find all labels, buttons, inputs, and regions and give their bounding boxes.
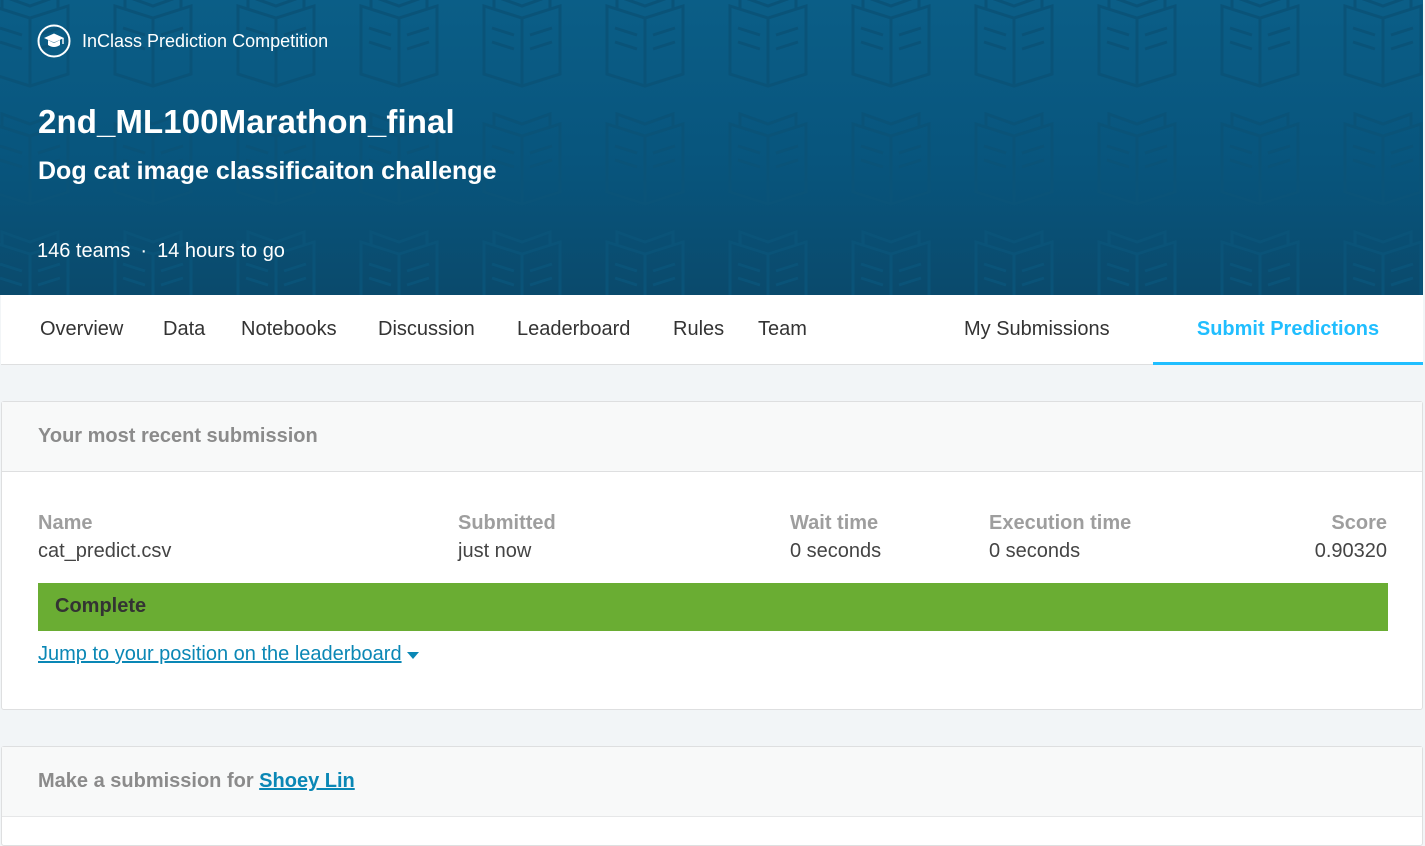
- book-pattern-tile: [359, 229, 439, 295]
- tab-data[interactable]: Data: [163, 295, 205, 365]
- competition-header: InClass Prediction Competition 2nd_ML100…: [0, 0, 1423, 295]
- score-value: 0.90320: [1314, 540, 1387, 562]
- recent-submission-card: Your most recent submission Name cat_pre…: [1, 401, 1423, 710]
- submitted-header: Submitted: [458, 512, 556, 534]
- execution-time-column: Execution time 0 seconds: [989, 510, 1131, 566]
- wait-time-header: Wait time: [790, 512, 879, 534]
- tab-discussion[interactable]: Discussion: [378, 295, 475, 365]
- tab-rules[interactable]: Rules: [673, 295, 724, 365]
- book-pattern-tile: [1097, 0, 1177, 88]
- book-pattern-tile: [605, 229, 685, 295]
- competition-type-label: InClass Prediction Competition: [82, 30, 329, 51]
- book-pattern-tile: [974, 0, 1054, 88]
- meta-separator: ·: [140, 240, 148, 262]
- book-pattern-tile: [482, 0, 562, 88]
- execution-time-value: 0 seconds: [989, 540, 1081, 562]
- book-pattern-tile: [1097, 111, 1177, 206]
- tab-notebooks[interactable]: Notebooks: [241, 295, 337, 365]
- book-pattern-tile: [1343, 111, 1423, 206]
- jump-to-leaderboard-link[interactable]: Jump to your position on the leaderboard: [38, 643, 419, 666]
- score-header: Score: [1331, 512, 1387, 534]
- book-pattern-tile: [1343, 0, 1423, 88]
- book-pattern-tile: [728, 111, 808, 206]
- book-pattern-tile: [974, 111, 1054, 206]
- submitted-column: Submitted just now: [458, 510, 556, 566]
- competition-tabs: Overview Data Notebooks Discussion Leade…: [1, 295, 1423, 365]
- book-pattern-tile: [1220, 111, 1300, 206]
- book-pattern-tile: [728, 229, 808, 295]
- submission-status-bar: Complete: [38, 583, 1388, 631]
- make-submission-card: Make a submission for Shoey Lin: [1, 746, 1423, 846]
- book-pattern-tile: [851, 111, 931, 206]
- submission-name-column: Name cat_predict.csv: [38, 510, 171, 566]
- make-submission-header: Make a submission for Shoey Lin: [2, 747, 1422, 817]
- name-header: Name: [38, 512, 93, 534]
- competition-subtitle: Dog cat image classificaiton challenge: [38, 157, 497, 185]
- wait-time-column: Wait time 0 seconds: [790, 510, 881, 566]
- team-count: 146 teams: [37, 240, 131, 262]
- graduation-cap-icon: [37, 24, 71, 58]
- book-pattern-tile: [851, 0, 931, 88]
- book-pattern-tile: [359, 0, 439, 88]
- tab-submit-predictions[interactable]: Submit Predictions: [1153, 295, 1423, 365]
- book-pattern-tile: [728, 0, 808, 88]
- book-pattern-tile: [1220, 229, 1300, 295]
- execution-time-header: Execution time: [989, 512, 1132, 534]
- book-pattern-tile: [1220, 0, 1300, 88]
- submission-filename: cat_predict.csv: [38, 540, 172, 562]
- competition-meta: 146 teams · 14 hours to go: [37, 240, 285, 263]
- status-label: Complete: [55, 595, 147, 617]
- make-submission-prefix: Make a submission for: [38, 770, 260, 792]
- tab-overview[interactable]: Overview: [40, 295, 123, 365]
- jump-link-label[interactable]: Jump to your position on the leaderboard: [38, 643, 402, 666]
- recent-submission-header: Your most recent submission: [2, 402, 1422, 472]
- user-profile-link[interactable]: Shoey Lin: [259, 770, 355, 792]
- book-pattern-tile: [1343, 229, 1423, 295]
- tab-my-submissions[interactable]: My Submissions: [964, 295, 1110, 365]
- time-remaining: 14 hours to go: [157, 240, 285, 262]
- wait-time-value: 0 seconds: [790, 540, 882, 562]
- tab-team[interactable]: Team: [758, 295, 807, 365]
- book-pattern-tile: [605, 111, 685, 206]
- book-pattern-tile: [1097, 229, 1177, 295]
- submission-details: Name cat_predict.csv Submitted just now …: [2, 510, 1422, 570]
- tab-leaderboard[interactable]: Leaderboard: [517, 295, 630, 365]
- book-pattern-tile: [605, 0, 685, 88]
- score-column: Score 0.90320: [1315, 510, 1387, 566]
- book-pattern-tile: [974, 229, 1054, 295]
- competition-title: 2nd_ML100Marathon_final: [38, 103, 455, 140]
- book-pattern-tile: [482, 229, 562, 295]
- caret-down-icon[interactable]: [406, 652, 419, 659]
- competition-type: InClass Prediction Competition: [37, 24, 328, 58]
- book-pattern-tile: [851, 229, 931, 295]
- submitted-value: just now: [458, 540, 532, 562]
